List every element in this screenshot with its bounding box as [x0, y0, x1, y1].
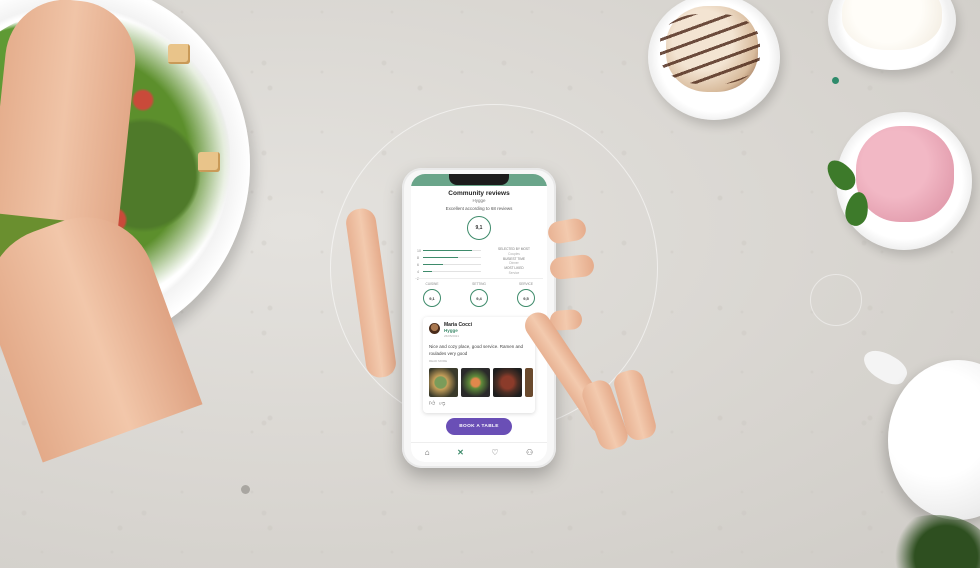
review-meta-item: Service — [508, 270, 520, 275]
rating-bar-fill — [423, 270, 432, 273]
thumbs-down-icon[interactable]: 👎︎ — [439, 401, 445, 407]
rating-distribution: 108642 — [417, 247, 481, 282]
category-label: CUISINE — [425, 282, 439, 286]
profile-icon[interactable]: ⚇ — [526, 449, 533, 457]
review-photo[interactable] — [525, 368, 533, 397]
thumbs-up-icon[interactable]: 👍︎ — [429, 401, 435, 407]
left-arm — [0, 0, 142, 227]
ice-cream-scoop — [856, 126, 954, 222]
reviews-title: Community reviews — [448, 190, 510, 197]
deco-ring-small — [810, 274, 862, 326]
rating-bar-track — [423, 256, 481, 259]
overall-score: 9,1 — [475, 225, 483, 231]
category-service: SERVICE 9,5 — [511, 282, 541, 307]
rating-row: 4 — [417, 268, 481, 275]
rating-row: 10 — [417, 247, 481, 254]
home-icon[interactable]: ⌂ — [425, 449, 430, 457]
category-score-ring: 9,1 — [423, 289, 441, 307]
cutlery-icon[interactable]: ✕ — [457, 449, 464, 457]
category-score-ring: 9,5 — [517, 289, 535, 307]
reviews-venue: Hygge — [472, 198, 486, 203]
rating-row: 8 — [417, 254, 481, 261]
category-score: 9,1 — [429, 295, 435, 301]
review-meta: SELECTED BY MOST Couples BUSIEST TIME Dinne… — [485, 247, 543, 276]
reviewer-venue: Hygge — [444, 328, 458, 333]
bottom-tab-bar: ⌂ ✕ ♡ ⚇ — [411, 442, 547, 462]
review-date: 26/05/2021 — [444, 334, 460, 338]
review-reactions: 👍︎ 👎︎ — [429, 401, 445, 407]
background-scene: Community reviews Hygge Excellent accord… — [0, 0, 980, 568]
review-photo[interactable] — [429, 368, 458, 397]
category-label: SETTING — [472, 282, 486, 286]
phone-notch — [449, 174, 509, 185]
category-setting: SETTING 9,4 — [464, 282, 494, 307]
heart-icon[interactable]: ♡ — [491, 449, 498, 457]
chocolate-drizzle — [660, 14, 760, 84]
category-label: SERVICE — [519, 282, 533, 286]
book-table-button[interactable]: BOOK A TABLE — [446, 418, 512, 435]
chocolate-ice-cream-bowl — [648, 0, 780, 120]
rating-bar-track — [423, 249, 481, 252]
rating-bar-fill — [423, 256, 458, 259]
category-cuisine: CUISINE 9,1 — [417, 282, 447, 307]
review-photo[interactable] — [461, 368, 490, 397]
review-text: Nice and cozy place, good service. Ramen… — [429, 344, 524, 356]
crouton — [198, 152, 220, 172]
category-score: 9,4 — [476, 295, 482, 301]
strawberry-ice-cream-bowl — [836, 112, 972, 250]
rating-bar-fill — [423, 249, 473, 252]
rating-bar-fill — [423, 263, 444, 266]
crouton — [168, 44, 190, 64]
review-card[interactable]: Maria Cocci Hygge 26/05/2021 Nice and co… — [423, 317, 535, 413]
ice-cream-scoop — [842, 0, 942, 50]
review-photos — [429, 368, 533, 397]
category-score: 9,5 — [523, 295, 529, 301]
read-more-link[interactable]: READ MORE — [429, 359, 447, 363]
review-photo[interactable] — [493, 368, 522, 397]
divider — [415, 278, 543, 279]
rating-row: 6 — [417, 261, 481, 268]
avatar — [429, 323, 440, 334]
reviews-summary: Excellent according to 68 reviews — [445, 206, 513, 211]
rating-bar-track — [423, 270, 481, 273]
overall-score-ring: 9,1 — [467, 216, 491, 240]
green-dot — [832, 77, 839, 84]
category-score-ring: 9,4 — [470, 289, 488, 307]
gray-dot — [241, 485, 250, 494]
rating-bar-track — [423, 263, 481, 266]
